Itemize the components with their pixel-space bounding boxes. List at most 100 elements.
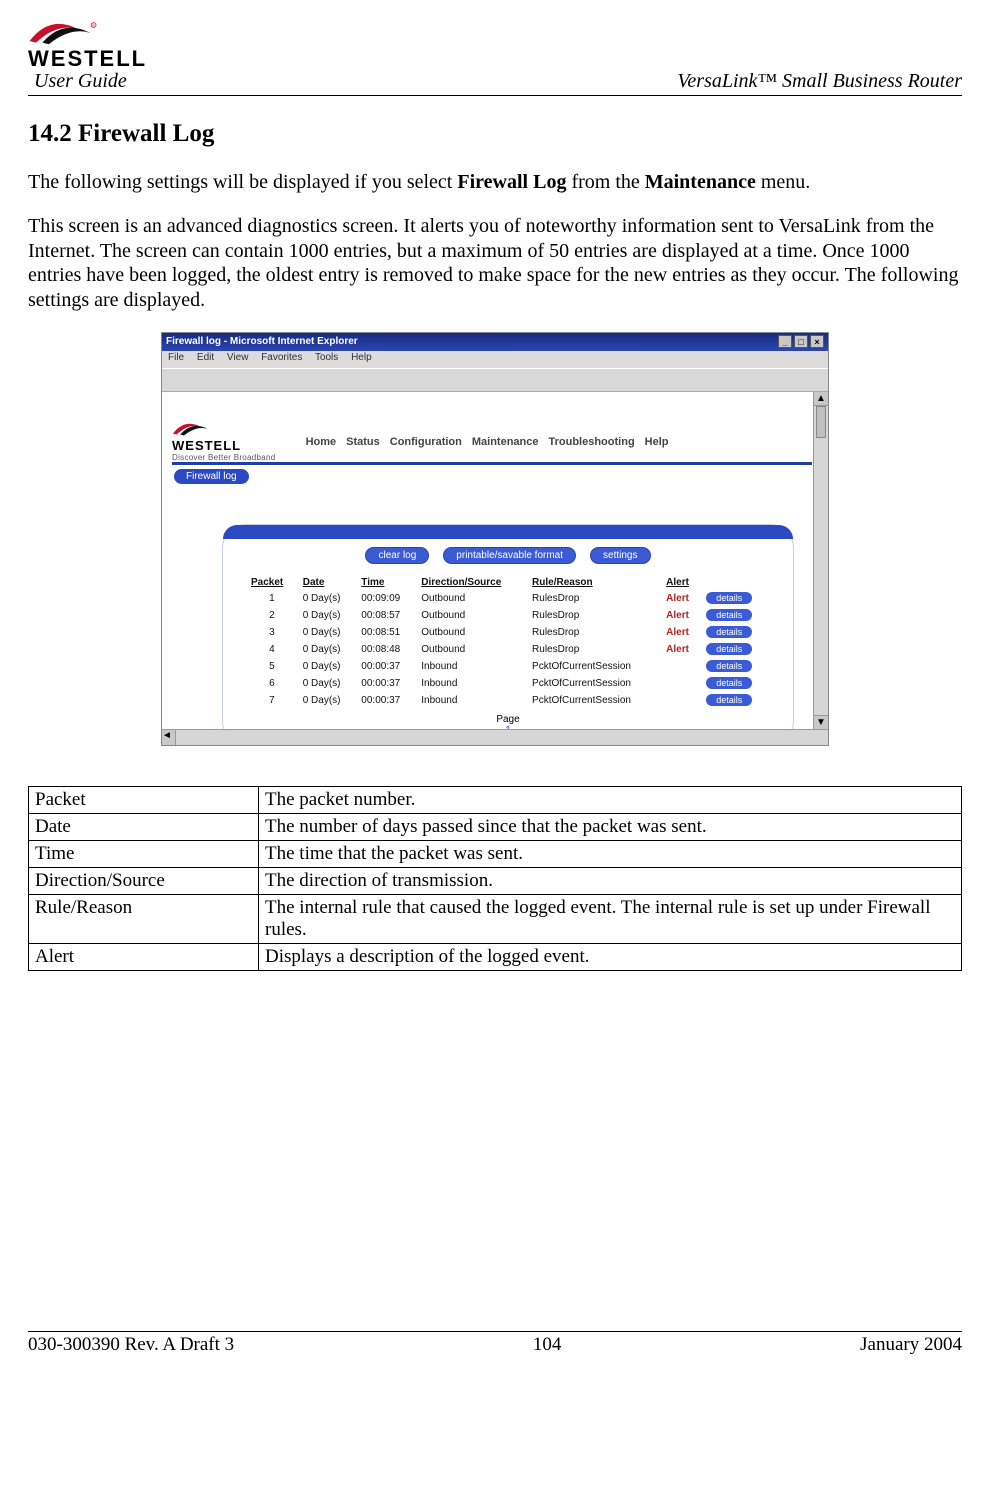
screenshot-logo: WESTELL Discover Better Broadband [172,420,276,462]
table-row: Rule/ReasonThe internal rule that caused… [29,894,962,943]
page-header: R WESTELL User Guide VersaLink™ Small Bu… [28,20,962,96]
table-row: 20 Day(s)00:08:57OutboundRulesDropAlertd… [247,608,769,623]
cell-direction: Inbound [417,693,526,708]
def-value: The internal rule that caused the logged… [259,894,962,943]
scroll-down-icon[interactable]: ▼ [814,715,828,729]
menu-help[interactable]: Help [351,352,372,363]
intro-paragraph-1: The following settings will be displayed… [28,170,962,194]
def-key: Date [29,813,259,840]
horizontal-scrollbar[interactable]: ◄ [162,729,828,745]
details-button[interactable]: details [706,660,752,672]
cell-time: 00:00:37 [357,659,415,674]
table-row: TimeThe time that the packet was sent. [29,840,962,867]
intro-paragraph-2: This screen is an advanced diagnostics s… [28,214,962,312]
cell-rule: PcktOfCurrentSession [528,676,660,691]
page-label: Page [496,714,519,725]
cell-packet: 2 [247,608,297,623]
brand-text: WESTELL [28,46,147,72]
panel-actions: clear log printable/savable format setti… [245,547,771,564]
cell-time: 00:00:37 [357,676,415,691]
table-row: AlertDisplays a description of the logge… [29,943,962,970]
def-key: Alert [29,943,259,970]
text: The following settings will be displayed… [28,171,457,193]
product-title: VersaLink™ Small Business Router [677,70,962,93]
table-row: PacketThe packet number. [29,786,962,813]
screenshot-brand: WESTELL [172,438,276,453]
minimize-icon[interactable]: _ [778,335,792,348]
cell-time: 00:00:37 [357,693,415,708]
cell-time: 00:08:57 [357,608,415,623]
details-button[interactable]: details [706,677,752,689]
th-packet: Packet [247,576,297,589]
cell-alert: Alert [662,625,700,640]
panel-topbar [223,525,793,539]
nav-home[interactable]: Home [306,436,337,448]
cell-date: 0 Day(s) [299,642,356,657]
swoosh-icon: R [28,20,108,46]
cell-packet: 5 [247,659,297,674]
cell-direction: Outbound [417,591,526,606]
table-row: 10 Day(s)00:09:09OutboundRulesDropAlertd… [247,591,769,606]
details-button[interactable]: details [706,592,752,604]
field-definitions-table: PacketThe packet number.DateThe number o… [28,786,962,971]
browser-toolbar[interactable] [162,368,828,392]
footer-page-number: 104 [533,1334,562,1356]
maximize-icon[interactable]: □ [794,335,808,348]
nav-troubleshooting[interactable]: Troubleshooting [549,436,635,448]
nav-status[interactable]: Status [346,436,380,448]
text: from the [566,171,644,193]
details-button[interactable]: details [706,694,752,706]
scroll-left-icon[interactable]: ◄ [162,730,176,745]
th-time: Time [357,576,415,589]
table-row: 70 Day(s)00:00:37InboundPcktOfCurrentSes… [247,693,769,708]
def-key: Direction/Source [29,867,259,894]
cell-direction: Outbound [417,608,526,623]
cell-rule: RulesDrop [528,642,660,657]
cell-date: 0 Day(s) [299,608,356,623]
window-title: Firewall log - Microsoft Internet Explor… [166,336,358,347]
menu-view[interactable]: View [227,352,249,363]
scroll-up-icon[interactable]: ▲ [814,392,828,406]
details-button[interactable]: details [706,643,752,655]
cell-alert [662,659,700,674]
menu-file[interactable]: File [168,352,184,363]
menu-edit[interactable]: Edit [197,352,214,363]
nav-maintenance[interactable]: Maintenance [472,436,539,448]
settings-button[interactable]: settings [590,547,650,564]
browser-menubar[interactable]: File Edit View Favorites Tools Help [162,351,828,368]
clear-log-button[interactable]: clear log [365,547,429,564]
cell-packet: 4 [247,642,297,657]
cell-alert [662,693,700,708]
close-icon[interactable]: × [810,335,824,348]
page-footer: 030-300390 Rev. A Draft 3 104 January 20… [28,1331,962,1356]
th-date: Date [299,576,356,589]
footer-left: 030-300390 Rev. A Draft 3 [28,1334,234,1356]
breadcrumb-pill[interactable]: Firewall log [174,469,249,484]
cell-alert: Alert [662,642,700,657]
svg-text:R: R [92,23,95,28]
footer-date: January 2004 [860,1334,962,1356]
details-button[interactable]: details [706,609,752,621]
cell-packet: 6 [247,676,297,691]
nav-configuration[interactable]: Configuration [390,436,462,448]
th-direction: Direction/Source [417,576,526,589]
details-button[interactable]: details [706,626,752,638]
cell-date: 0 Day(s) [299,625,356,640]
table-row: Direction/SourceThe direction of transmi… [29,867,962,894]
vertical-scrollbar[interactable]: ▲ ▼ [813,392,828,729]
scroll-thumb[interactable] [816,406,826,438]
cell-date: 0 Day(s) [299,659,356,674]
def-value: The packet number. [259,786,962,813]
nav-help[interactable]: Help [645,436,669,448]
def-key: Time [29,840,259,867]
window-titlebar[interactable]: Firewall log - Microsoft Internet Explor… [162,333,828,351]
menu-favorites[interactable]: Favorites [261,352,302,363]
table-row: 60 Day(s)00:00:37InboundPcktOfCurrentSes… [247,676,769,691]
def-value: The direction of transmission. [259,867,962,894]
cell-rule: PcktOfCurrentSession [528,659,660,674]
menu-tools[interactable]: Tools [315,352,338,363]
bold-firewall-log: Firewall Log [457,171,566,193]
printable-format-button[interactable]: printable/savable format [443,547,576,564]
cell-date: 0 Day(s) [299,693,356,708]
cell-direction: Outbound [417,625,526,640]
